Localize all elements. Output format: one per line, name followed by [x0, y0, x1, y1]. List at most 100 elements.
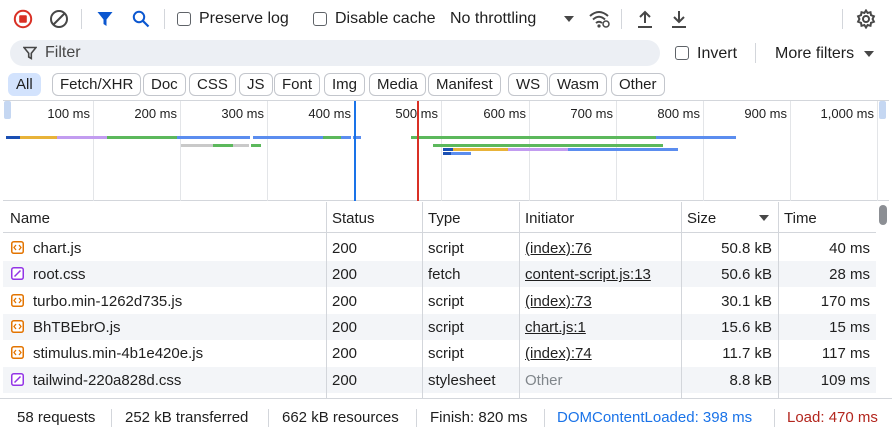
- overview-request-bar: [251, 144, 261, 147]
- table-row[interactable]: BhTBEbrO.js 200 script chart.js:1 15.6 kB 15 …: [3, 313, 876, 340]
- type-filter-font[interactable]: Font: [274, 73, 321, 96]
- request-name[interactable]: tailwind-220a828d.css: [33, 372, 181, 389]
- type-filter-ws[interactable]: WS: [508, 73, 549, 96]
- summary-resources: 662 kB resources: [282, 409, 399, 426]
- download-icon[interactable]: [668, 8, 690, 30]
- type-filter-media[interactable]: Media: [369, 73, 426, 96]
- overview-gridline: [616, 101, 617, 201]
- request-initiator[interactable]: content-script.js:13: [525, 266, 651, 283]
- type-filter-wasm[interactable]: Wasm: [549, 73, 607, 96]
- summary-divider: [111, 409, 112, 427]
- overview-request-bar: [185, 136, 215, 139]
- gear-icon[interactable]: [855, 8, 877, 30]
- overview-tick-label: 800 ms: [657, 106, 700, 121]
- request-time: 40 ms: [829, 240, 870, 257]
- overview-request-bar: [233, 144, 249, 147]
- column-divider[interactable]: [681, 202, 682, 398]
- wifi-settings-icon[interactable]: [588, 8, 610, 30]
- search-icon[interactable]: [130, 8, 152, 30]
- column-header-name[interactable]: Name: [10, 210, 50, 227]
- preserve-log-label[interactable]: Preserve log: [199, 10, 289, 28]
- filter-input[interactable]: [45, 43, 645, 63]
- overview-gridline: [267, 101, 268, 201]
- summary-transferred: 252 kB transferred: [125, 409, 249, 426]
- table-row[interactable]: stimulus.min-4b1e420e.js 200 script (index)…: [3, 340, 876, 366]
- column-divider[interactable]: [519, 202, 520, 398]
- invert-label[interactable]: Invert: [697, 45, 737, 63]
- request-name[interactable]: root.css: [33, 266, 86, 283]
- type-filter-manifest[interactable]: Manifest: [428, 73, 501, 96]
- dom-content-loaded-marker: [354, 101, 356, 201]
- table-scrollbar-thumb[interactable]: [879, 205, 887, 225]
- overview-left-handle[interactable]: [4, 101, 11, 119]
- chevron-down-icon[interactable]: [864, 51, 874, 57]
- more-filters-button[interactable]: More filters: [775, 45, 854, 63]
- request-initiator[interactable]: (index):74: [525, 345, 592, 362]
- script-file-icon: [11, 346, 24, 360]
- summary-dom-content-loaded: DOMContentLoaded: 398 ms: [557, 409, 753, 426]
- summary-divider: [774, 409, 775, 427]
- type-filter-all[interactable]: All: [8, 73, 41, 96]
- summary-divider: [544, 409, 545, 427]
- request-initiator[interactable]: (index):73: [525, 293, 592, 310]
- column-header-size[interactable]: Size: [687, 210, 716, 227]
- clear-icon[interactable]: [48, 8, 70, 30]
- toolbar-divider: [81, 9, 82, 29]
- column-divider[interactable]: [778, 202, 779, 398]
- column-header-status[interactable]: Status: [332, 210, 375, 227]
- overview-request-bar: [215, 136, 250, 139]
- network-toolbar: Preserve log Disable cache No throttling: [0, 0, 892, 38]
- invert-checkbox[interactable]: [675, 46, 689, 60]
- type-filter-doc[interactable]: Doc: [143, 73, 186, 96]
- overview-request-bar: [341, 136, 351, 139]
- type-filter-img[interactable]: Img: [324, 73, 366, 96]
- overview-tick-label: 300 ms: [221, 106, 264, 121]
- type-filter-other[interactable]: Other: [611, 73, 665, 96]
- overview-request-bar: [213, 144, 233, 147]
- fetch-file-icon: [11, 267, 24, 281]
- column-header-time[interactable]: Time: [784, 210, 817, 227]
- filter-funnel-icon[interactable]: [94, 8, 116, 30]
- request-name[interactable]: turbo.min-1262d735.js: [33, 293, 182, 310]
- disable-cache-checkbox[interactable]: [313, 12, 327, 26]
- request-initiator[interactable]: (index):76: [525, 240, 592, 257]
- overview-right-handle[interactable]: [879, 101, 886, 119]
- column-divider[interactable]: [422, 202, 423, 398]
- overview-request-bar: [656, 136, 736, 139]
- request-initiator[interactable]: chart.js:1: [525, 319, 586, 336]
- overview-request-bar: [433, 144, 453, 147]
- record-stop-icon[interactable]: [12, 8, 34, 30]
- overview-request-bar: [57, 136, 107, 139]
- request-size: 50.8 kB: [721, 240, 772, 257]
- overview-request-bar: [199, 144, 213, 147]
- stylesheet-file-icon: [11, 372, 24, 386]
- disable-cache-label[interactable]: Disable cache: [335, 10, 436, 28]
- preserve-log-checkbox[interactable]: [177, 12, 191, 26]
- table-row[interactable]: chart.js 200 script (index):76 50.8 kB 40 ms: [3, 235, 876, 261]
- type-filter-css[interactable]: CSS: [189, 73, 236, 96]
- table-row[interactable]: tailwind-220a828d.css 200 stylesheet Other 8…: [3, 366, 876, 393]
- request-name[interactable]: stimulus.min-4b1e420e.js: [33, 345, 203, 362]
- table-scrollbar[interactable]: [877, 202, 889, 398]
- requests-table-header: Name Status Type Initiator Size Time: [3, 202, 876, 233]
- column-header-type[interactable]: Type: [428, 210, 461, 227]
- request-name[interactable]: chart.js: [33, 240, 81, 257]
- throttling-select[interactable]: No throttling: [450, 10, 536, 28]
- script-file-icon: [11, 241, 24, 254]
- overview-gridline: [703, 101, 704, 201]
- upload-icon[interactable]: [634, 8, 656, 30]
- chevron-down-icon[interactable]: [564, 16, 574, 22]
- request-status: 200: [332, 240, 358, 257]
- request-name[interactable]: BhTBEbrO.js: [33, 319, 121, 336]
- overview-tick-label: 900 ms: [744, 106, 787, 121]
- type-filter-js[interactable]: JS: [239, 73, 273, 96]
- overview-gridline: [529, 101, 530, 201]
- type-filter-fetch-xhr[interactable]: Fetch/XHR: [52, 73, 142, 96]
- overview-request-bar: [411, 136, 656, 139]
- network-overview-timeline[interactable]: 100 ms 200 ms 300 ms 400 ms 500 ms 600 ms 700 …: [3, 100, 889, 201]
- column-divider[interactable]: [326, 202, 327, 398]
- table-row[interactable]: root.css 200 fetch content-script.js:13 50.6…: [3, 261, 876, 288]
- overview-request-bar: [181, 144, 199, 147]
- column-header-initiator[interactable]: Initiator: [525, 210, 574, 227]
- table-row[interactable]: turbo.min-1262d735.js 200 script (index):73…: [3, 288, 876, 314]
